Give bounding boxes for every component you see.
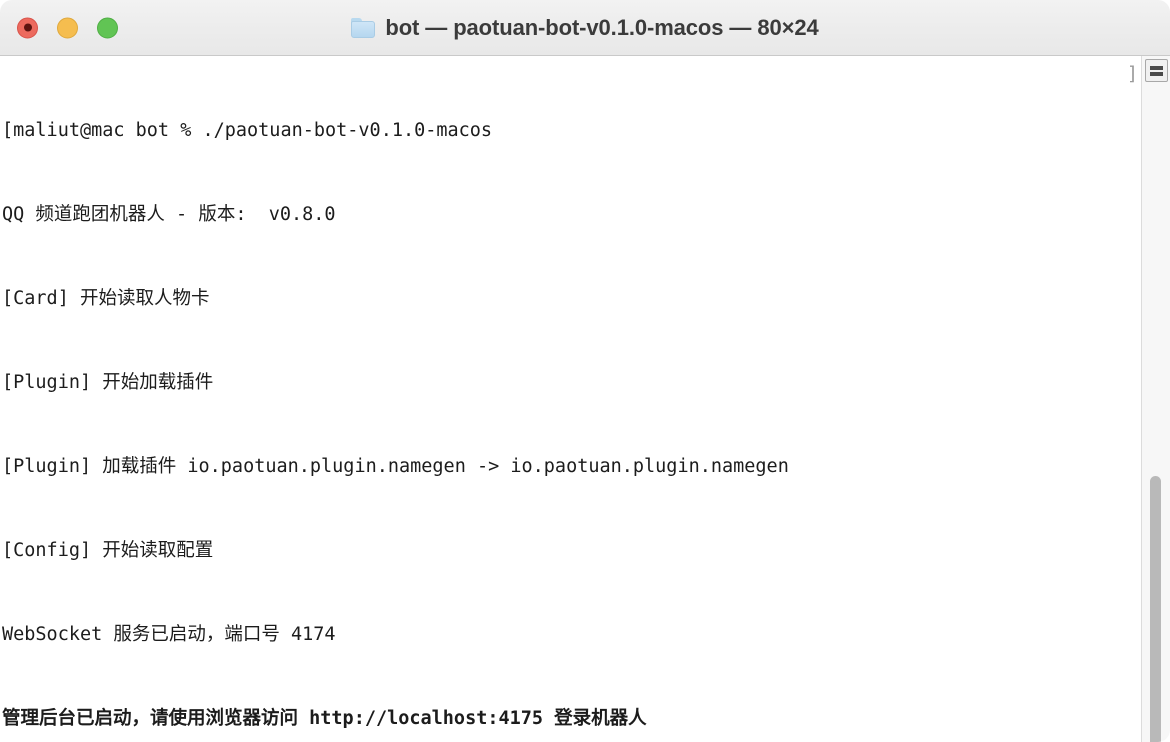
scrollbar-thumb[interactable] xyxy=(1150,476,1161,742)
close-button[interactable] xyxy=(17,17,38,38)
close-icon xyxy=(23,23,32,32)
terminal-line: QQ 频道跑团机器人 - 版本: v0.8.0 xyxy=(2,204,336,225)
terminal-line: [Card] 开始读取人物卡 xyxy=(2,288,210,309)
terminal-right-rail xyxy=(1141,56,1170,742)
split-pane-icon[interactable] xyxy=(1145,59,1168,82)
window-titlebar[interactable]: bot — paotuan-bot-v0.1.0-macos — 80×24 xyxy=(0,0,1170,56)
folder-icon xyxy=(351,17,376,38)
minimize-button[interactable] xyxy=(57,17,78,38)
terminal-body[interactable]: [maliut@mac bot % ./paotuan-bot-v0.1.0-m… xyxy=(0,56,1170,742)
maximize-button[interactable] xyxy=(97,17,118,38)
terminal-line: [Plugin] 加载插件 io.paotuan.plugin.namegen … xyxy=(2,456,789,477)
terminal-line: 管理后台已启动，请使用浏览器访问 http://localhost:4175 登… xyxy=(2,708,647,729)
terminal-window: bot — paotuan-bot-v0.1.0-macos — 80×24 [… xyxy=(0,0,1170,742)
terminal-line: [Config] 开始读取配置 xyxy=(2,540,214,561)
page-title: bot — paotuan-bot-v0.1.0-macos — 80×24 xyxy=(385,14,819,40)
terminal-line: [maliut@mac bot % ./paotuan-bot-v0.1.0-m… xyxy=(2,120,493,141)
window-title-group: bot — paotuan-bot-v0.1.0-macos — 80×24 xyxy=(351,14,819,41)
terminal-edge-marker: ] xyxy=(1126,64,1138,85)
terminal-output[interactable]: [maliut@mac bot % ./paotuan-bot-v0.1.0-m… xyxy=(0,56,1141,742)
window-controls xyxy=(17,17,118,38)
terminal-line: WebSocket 服务已启动，端口号 4174 xyxy=(2,624,336,645)
scrollbar-track[interactable] xyxy=(1148,86,1164,742)
terminal-line: [Plugin] 开始加载插件 xyxy=(2,372,214,393)
